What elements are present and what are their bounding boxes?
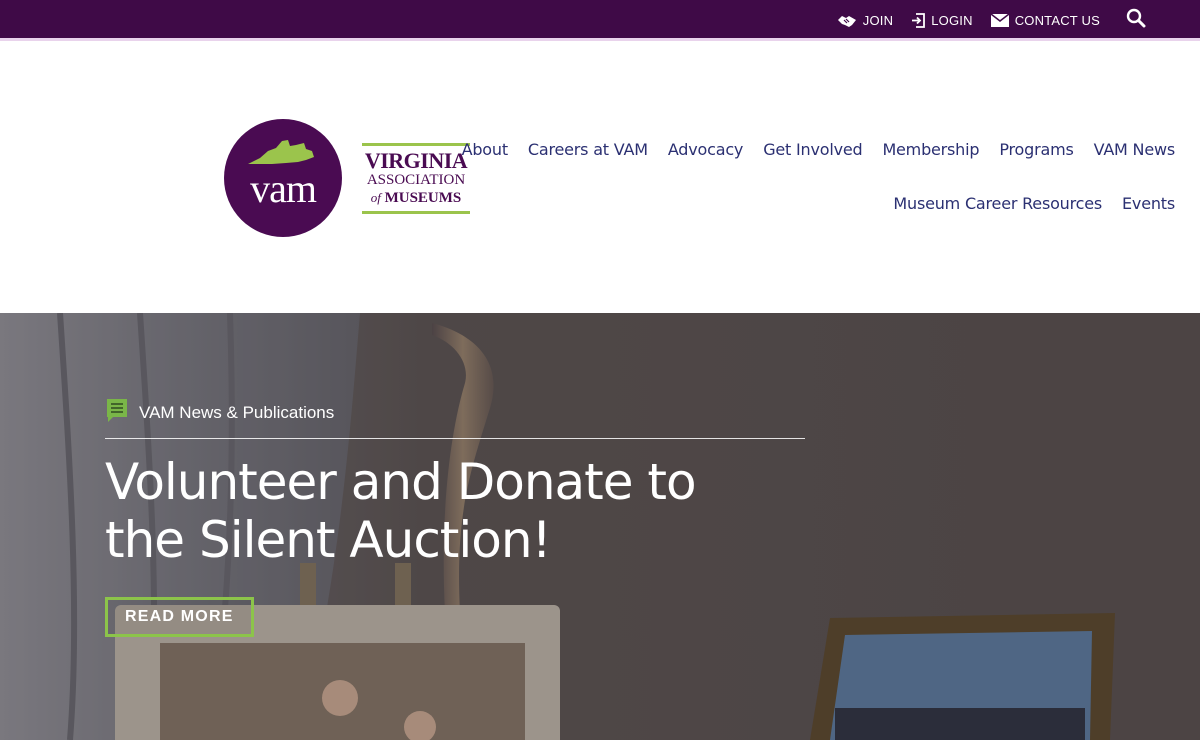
envelope-icon: [990, 14, 1009, 27]
logo-line-2: ASSOCIATION: [366, 171, 466, 188]
nav-item-career-resources[interactable]: Museum Career Resources: [893, 194, 1102, 248]
site-logo[interactable]: vam VIRGINIA ASSOCIATION of MUSEUMS: [224, 118, 474, 238]
nav-item-get-involved[interactable]: Get Involved: [763, 140, 862, 194]
logo-line-3: of MUSEUMS: [362, 189, 470, 207]
contact-label: CONTACT US: [1014, 13, 1100, 28]
document-icon: [105, 397, 129, 428]
main-nav-row-1: About Careers at VAM Advocacy Get Involv…: [455, 140, 1176, 194]
login-icon: [911, 13, 926, 28]
nav-item-events[interactable]: Events: [1122, 194, 1175, 248]
nav-item-vam-news[interactable]: VAM News: [1094, 140, 1176, 194]
hero-category-label: VAM News & Publications: [139, 402, 335, 422]
main-nav: About Careers at VAM Advocacy Get Involv…: [455, 140, 1176, 248]
logo-mark: vam: [250, 166, 317, 211]
main-nav-row-2: Museum Career Resources Events: [455, 194, 1175, 248]
nav-item-careers[interactable]: Careers at VAM: [528, 140, 648, 194]
join-label: JOIN: [862, 13, 894, 28]
nav-item-advocacy[interactable]: Advocacy: [668, 140, 744, 194]
handshake-icon: [837, 14, 857, 28]
hero-title[interactable]: Volunteer and Donate to the Silent Aucti…: [105, 453, 755, 569]
search-button[interactable]: [1126, 8, 1146, 33]
search-icon: [1126, 8, 1146, 33]
site-header: vam VIRGINIA ASSOCIATION of MUSEUMS Abou…: [0, 44, 1200, 313]
login-link[interactable]: LOGIN: [911, 13, 972, 28]
logo-line-1: VIRGINIA: [364, 147, 468, 173]
logo-line-3-prefix: of: [370, 189, 381, 205]
contact-link[interactable]: CONTACT US: [990, 13, 1100, 28]
read-more-button[interactable]: READ MORE: [105, 597, 254, 637]
logo-wordmark: VIRGINIA ASSOCIATION of MUSEUMS: [362, 142, 470, 214]
nav-item-about[interactable]: About: [462, 140, 509, 194]
hero-banner: VAM News & Publications Volunteer and Do…: [0, 313, 1200, 740]
logo-line-3-word: MUSEUMS: [384, 189, 462, 206]
nav-item-membership[interactable]: Membership: [882, 140, 979, 194]
virginia-map-icon: [248, 140, 314, 164]
join-link[interactable]: JOIN: [837, 13, 893, 28]
hero-content: VAM News & Publications Volunteer and Do…: [105, 397, 805, 637]
nav-item-programs[interactable]: Programs: [999, 140, 1073, 194]
hero-category[interactable]: VAM News & Publications: [105, 397, 805, 439]
login-label: LOGIN: [931, 13, 973, 28]
utility-bar: JOIN LOGIN CONTACT US: [0, 0, 1200, 41]
logo-emblem: vam: [224, 119, 342, 237]
